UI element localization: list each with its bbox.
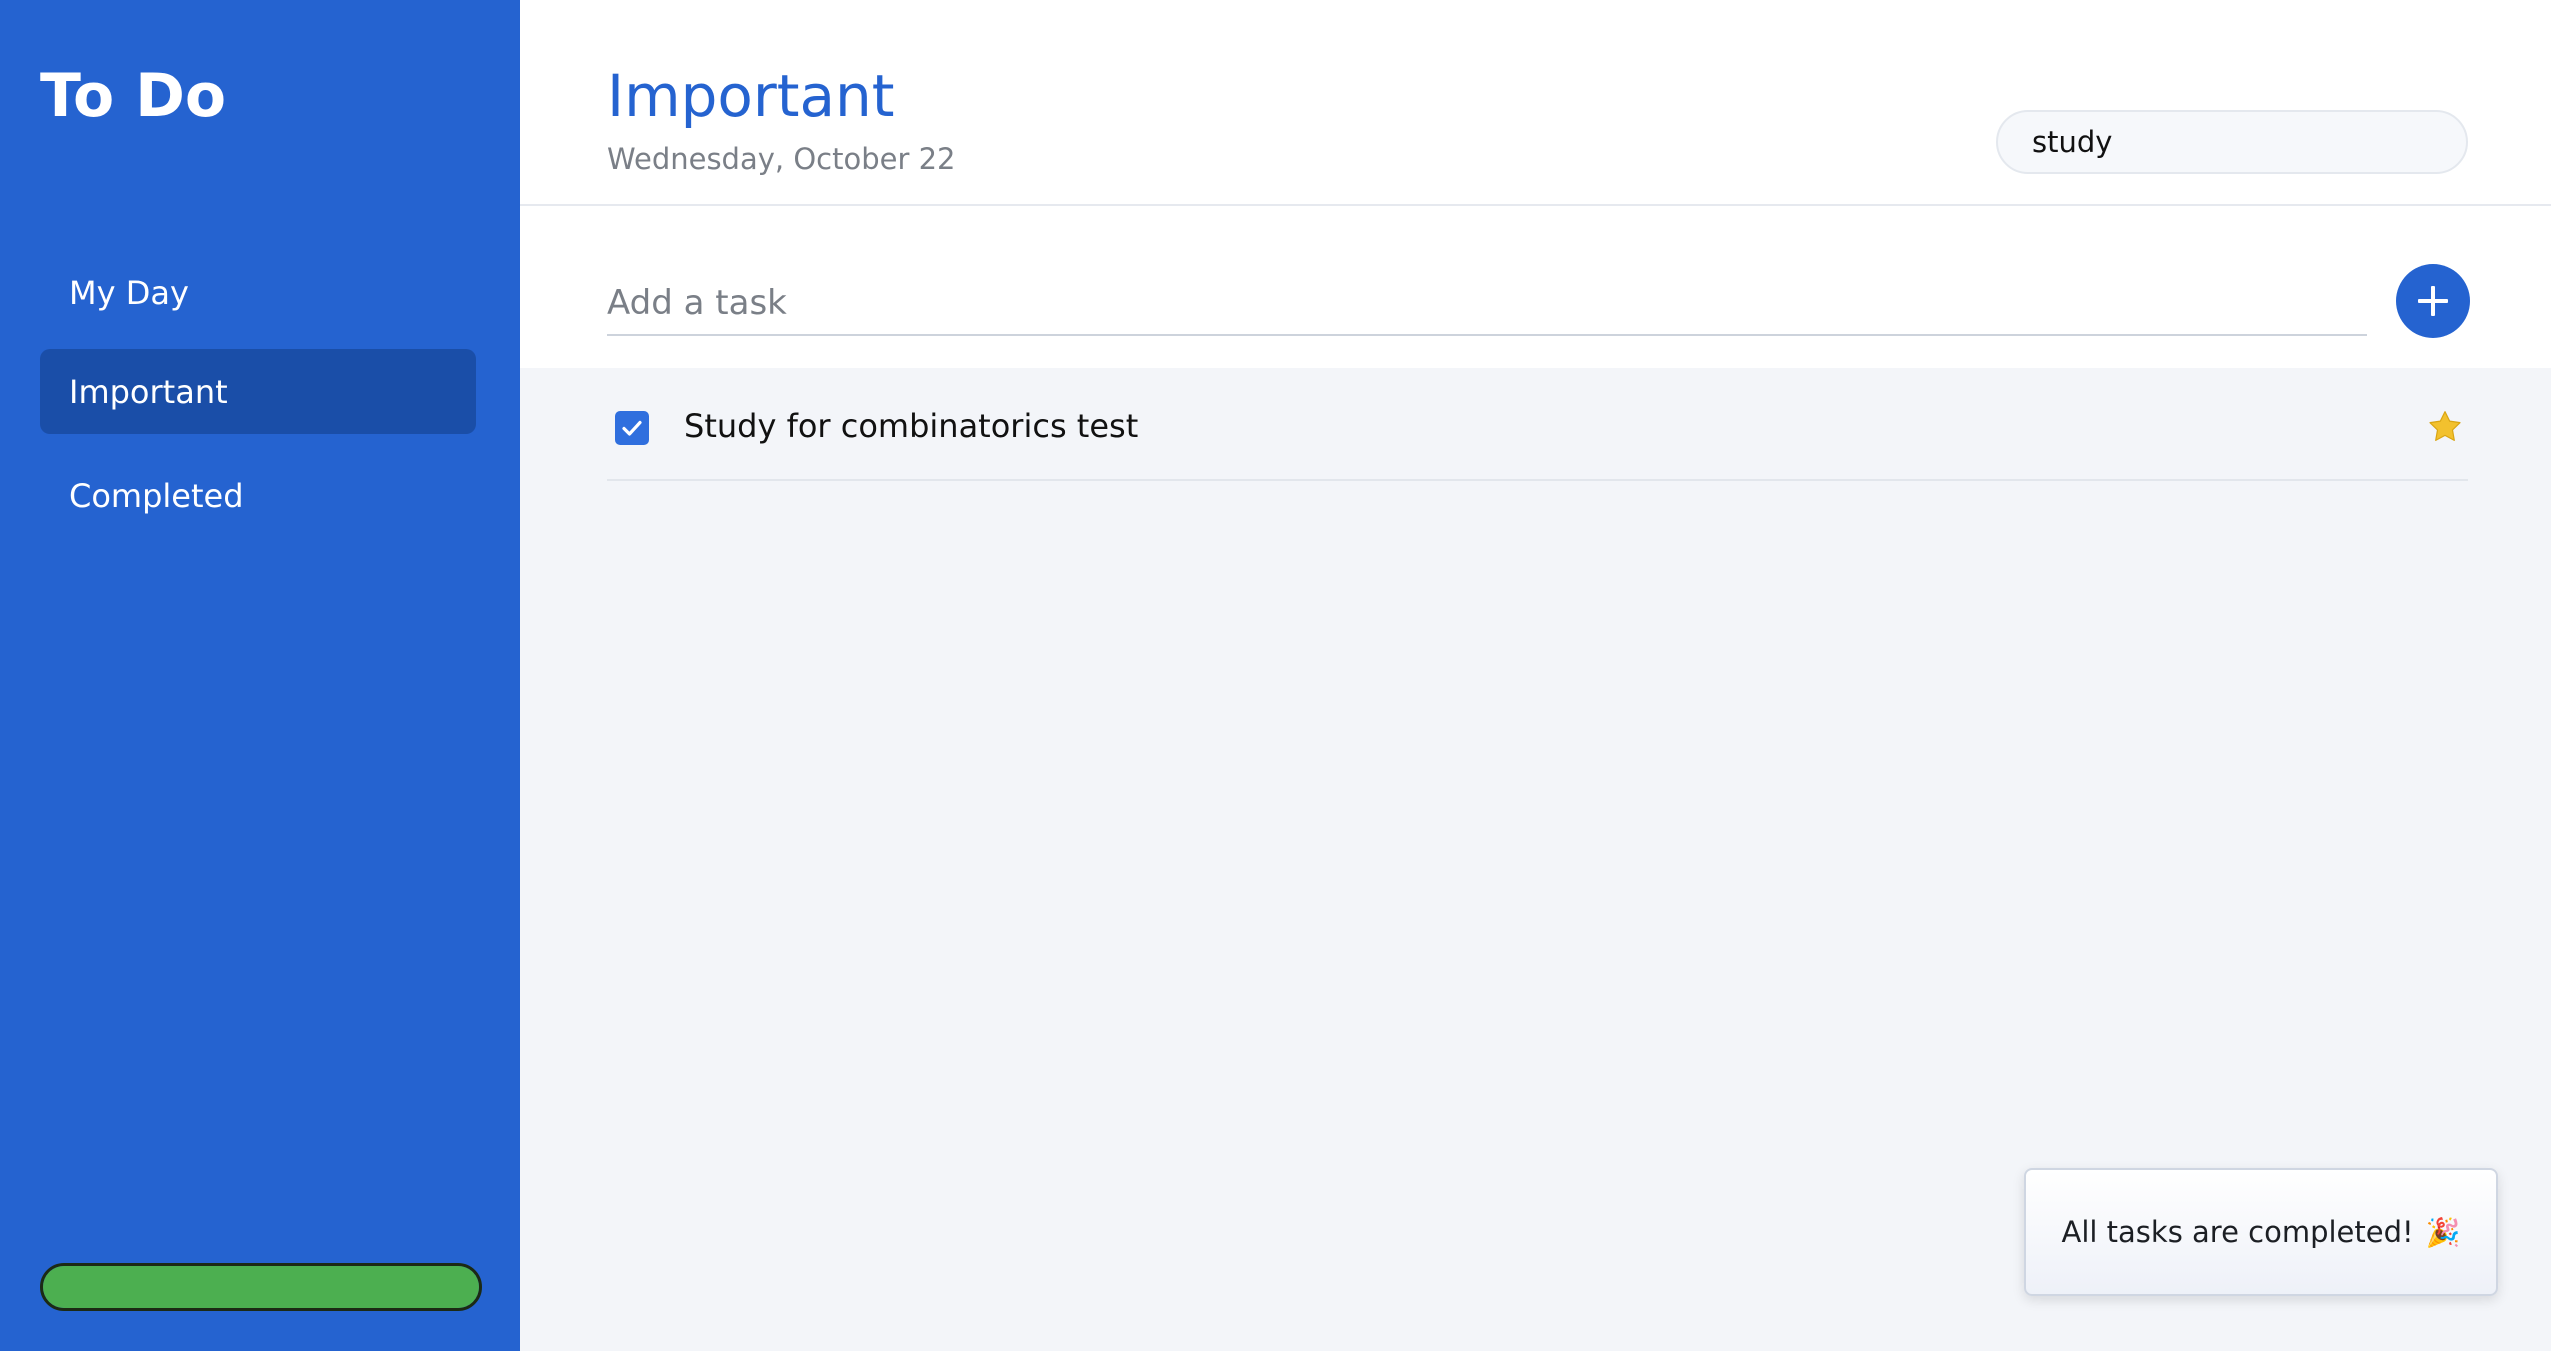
todo-app: To Do My Day Important Completed Importa… [0, 0, 2551, 1351]
task-text: Study for combinatorics test [684, 407, 1139, 445]
task-checkbox[interactable] [615, 411, 649, 445]
task-list: Study for combinatorics test [607, 368, 2468, 481]
sidebar-item-completed[interactable]: Completed [40, 453, 476, 538]
add-task-input[interactable] [607, 272, 2367, 336]
progress-bar [40, 1263, 482, 1311]
sidebar-item-my-day[interactable]: My Day [40, 250, 476, 335]
sidebar-item-label: My Day [69, 273, 189, 312]
search-input[interactable] [1996, 110, 2468, 174]
header: Important Wednesday, October 22 [520, 0, 2551, 206]
toast-notification: All tasks are completed! 🎉 [2024, 1168, 2498, 1296]
sidebar: To Do My Day Important Completed [0, 0, 520, 1351]
main-panel: Important Wednesday, October 22 Stud [520, 0, 2551, 1351]
sidebar-item-label: Completed [69, 476, 244, 515]
toast-message: All tasks are completed! [2061, 1215, 2414, 1249]
page-title: Important [607, 62, 895, 130]
party-popper-icon: 🎉 [2425, 1215, 2461, 1249]
app-title: To Do [40, 61, 227, 131]
checkmark-icon [622, 420, 642, 436]
sidebar-item-label: Important [69, 372, 228, 411]
add-task-button[interactable] [2396, 264, 2470, 338]
task-row[interactable]: Study for combinatorics test [607, 368, 2468, 481]
add-task-area [520, 206, 2551, 368]
plus-icon [2418, 286, 2448, 316]
sidebar-item-important[interactable]: Important [40, 349, 476, 434]
progress-fill [43, 1266, 479, 1308]
page-date: Wednesday, October 22 [607, 142, 956, 176]
star-icon[interactable] [2427, 409, 2463, 445]
